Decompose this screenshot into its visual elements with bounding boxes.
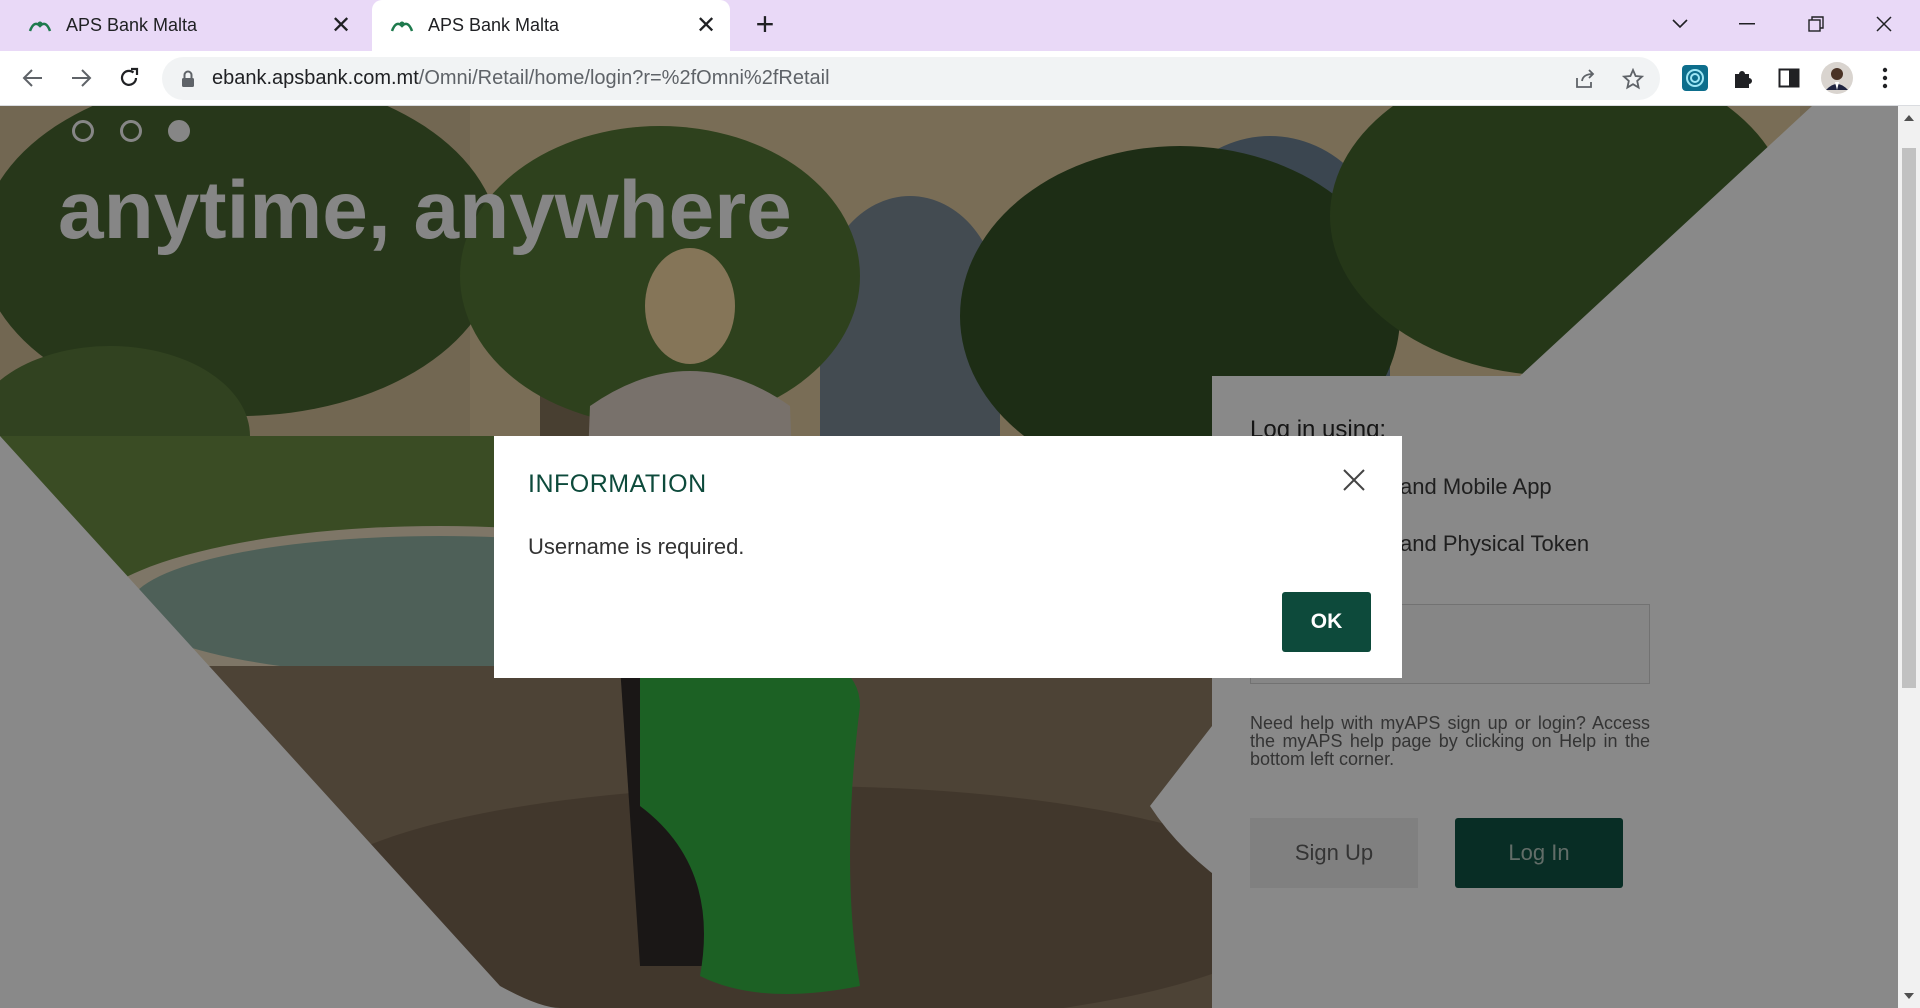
puzzle-extensions-icon[interactable] bbox=[1726, 61, 1760, 95]
side-panel-icon[interactable] bbox=[1772, 61, 1806, 95]
page-scrollbar[interactable] bbox=[1898, 106, 1920, 1008]
scroll-up-arrow-icon[interactable] bbox=[1903, 112, 1915, 124]
tab-search-chevron-icon[interactable] bbox=[1660, 6, 1700, 42]
scroll-thumb[interactable] bbox=[1902, 148, 1916, 688]
tab-strip: APS Bank Malta ✕ APS Bank Malta ✕ + bbox=[0, 0, 1920, 51]
page-viewport: anytime, anywhere Log in using: and Mobi… bbox=[0, 106, 1898, 1008]
ok-button[interactable]: OK bbox=[1282, 592, 1371, 652]
restore-button[interactable] bbox=[1796, 6, 1836, 42]
scroll-down-arrow-icon[interactable] bbox=[1903, 990, 1915, 1002]
back-button[interactable] bbox=[14, 59, 52, 97]
close-tab-icon[interactable]: ✕ bbox=[327, 12, 355, 40]
close-tab-icon[interactable]: ✕ bbox=[692, 12, 720, 40]
bookmark-star-icon[interactable] bbox=[1618, 64, 1648, 94]
url-path: /Omni/Retail/home/login?r=%2fOmni%2fReta… bbox=[418, 67, 830, 89]
forward-button[interactable] bbox=[62, 59, 100, 97]
extension-icon[interactable] bbox=[1678, 61, 1712, 95]
browser-menu-icon[interactable] bbox=[1868, 61, 1902, 95]
share-icon[interactable] bbox=[1570, 64, 1600, 94]
url-text: ebank.apsbank.com.mt/Omni/Retail/home/lo… bbox=[212, 67, 830, 90]
information-dialog: INFORMATION Username is required. OK bbox=[494, 436, 1402, 678]
tab-aps-bank-1[interactable]: APS Bank Malta ✕ bbox=[10, 0, 365, 51]
close-icon[interactable] bbox=[1340, 466, 1368, 494]
url-host: ebank.apsbank.com.mt bbox=[212, 67, 419, 89]
aps-logo-icon bbox=[390, 21, 414, 31]
tab-title: APS Bank Malta bbox=[66, 15, 198, 35]
minimize-button[interactable] bbox=[1727, 6, 1767, 42]
tab-aps-bank-2[interactable]: APS Bank Malta ✕ bbox=[372, 0, 730, 51]
address-bar[interactable]: ebank.apsbank.com.mt/Omni/Retail/home/lo… bbox=[162, 57, 1660, 100]
dialog-title: INFORMATION bbox=[528, 470, 707, 498]
tab-title: APS Bank Malta bbox=[428, 15, 560, 35]
close-window-button[interactable] bbox=[1864, 6, 1904, 42]
reload-button[interactable] bbox=[110, 59, 148, 97]
lock-icon bbox=[182, 70, 194, 87]
profile-avatar[interactable] bbox=[1820, 61, 1854, 95]
aps-logo-icon bbox=[28, 21, 52, 31]
new-tab-button[interactable]: + bbox=[748, 8, 782, 42]
dialog-message: Username is required. bbox=[528, 534, 745, 559]
browser-toolbar: ebank.apsbank.com.mt/Omni/Retail/home/lo… bbox=[0, 51, 1920, 106]
